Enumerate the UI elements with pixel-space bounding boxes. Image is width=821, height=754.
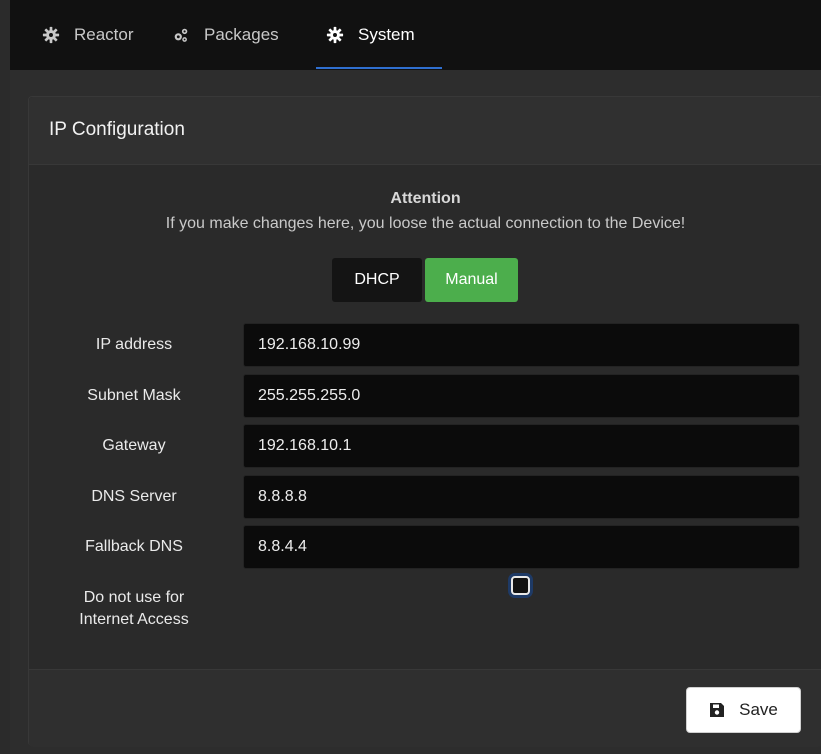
gateway-label: Gateway bbox=[102, 437, 166, 454]
fallback-dns-field[interactable]: 8.8.4.4 bbox=[243, 525, 800, 569]
no-internet-label-line2: Internet Access bbox=[79, 611, 189, 628]
no-internet-label: Do not use for Internet Access bbox=[59, 587, 209, 631]
tab-system[interactable]: System bbox=[316, 0, 442, 70]
gateway-field[interactable]: 192.168.10.1 bbox=[243, 424, 800, 468]
subnet-mask-label: Subnet Mask bbox=[87, 387, 181, 404]
tab-packages[interactable]: Packages bbox=[172, 0, 279, 70]
no-internet-label-line1: Do not use for bbox=[83, 589, 185, 606]
tab-reactor-label: Reactor bbox=[74, 25, 134, 44]
fallback-dns-label: Fallback DNS bbox=[85, 538, 183, 555]
dns-server-label: DNS Server bbox=[91, 488, 177, 505]
attention-title: Attention bbox=[390, 190, 461, 207]
manual-button[interactable]: Manual bbox=[425, 258, 518, 302]
save-button[interactable]: Save bbox=[686, 687, 801, 733]
card-header: IP Configuration bbox=[29, 97, 821, 165]
tab-packages-label: Packages bbox=[204, 25, 279, 44]
tab-system-label: System bbox=[358, 25, 415, 44]
subnet-mask-field[interactable]: 255.255.255.0 bbox=[243, 374, 800, 418]
no-internet-checkbox[interactable] bbox=[511, 576, 530, 595]
dhcp-button[interactable]: DHCP bbox=[332, 258, 422, 302]
ip-configuration-card: IP Configuration Attention If you make c… bbox=[28, 96, 821, 747]
cogs-icon bbox=[174, 28, 188, 42]
ip-address-label: IP address bbox=[95, 336, 173, 353]
save-button-label: Save bbox=[739, 700, 778, 719]
floppy-disk-icon bbox=[710, 703, 725, 717]
cog-icon bbox=[42, 26, 60, 44]
ip-address-field[interactable]: 192.168.10.99 bbox=[243, 323, 800, 367]
attention-message: If you make changes here, you loose the … bbox=[165, 215, 686, 232]
dns-server-field[interactable]: 8.8.8.8 bbox=[243, 475, 800, 519]
top-navbar: Reactor Packages System bbox=[10, 0, 821, 70]
cog-icon bbox=[326, 26, 344, 44]
card-title: IP Configuration bbox=[49, 119, 185, 140]
tab-reactor[interactable]: Reactor bbox=[42, 0, 134, 70]
